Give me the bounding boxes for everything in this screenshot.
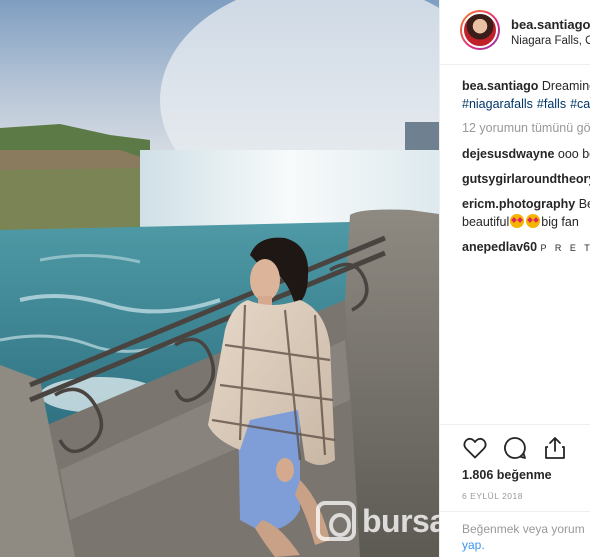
comment-username[interactable]: ericm.photography (462, 197, 575, 211)
header-location[interactable]: Niagara Falls, Ontario (511, 35, 590, 47)
like-button[interactable] (462, 435, 488, 461)
comment-item: ericm.photography Be beautiful big fan (462, 195, 590, 231)
share-button[interactable] (542, 435, 568, 461)
likes-count[interactable]: 1.806 beğenme (462, 468, 552, 482)
comment-username[interactable]: gutsygirlaroundtheory (462, 172, 590, 186)
post-header: bea.santiago Niagara Falls, Ontario (440, 0, 590, 65)
caption: bea.santiago Dreaming (462, 77, 590, 95)
post-actions: 1.806 beğenme 6 EYLÜL 2018 Beğenmek veya… (440, 424, 590, 552)
bursa-logo-icon (316, 501, 356, 541)
add-comment-prompt[interactable]: Beğenmek veya yorum yap. (462, 521, 590, 553)
header-username[interactable]: bea.santiago (511, 17, 590, 32)
comment-username[interactable]: anepedlav60 (462, 240, 537, 254)
comment-button[interactable] (502, 435, 528, 461)
niagara-falls-photo (0, 0, 439, 557)
avatar-image (462, 12, 498, 48)
comment-text-suffix: big fan (541, 215, 579, 229)
comment-bubble-icon (504, 437, 526, 459)
comment-item: gutsygirlaroundtheory (462, 170, 590, 188)
post-date: 6 EYLÜL 2018 (462, 491, 523, 501)
action-icons (462, 435, 568, 461)
comments-list: bea.santiago Dreaming #niagarafalls #fall… (462, 77, 590, 264)
share-icon (545, 437, 565, 459)
bursa-watermark: bursa (316, 496, 439, 546)
comment-text: ooo bea (557, 147, 590, 161)
post-photo: bursa (0, 0, 439, 557)
caption-username[interactable]: bea.santiago (462, 79, 538, 93)
comment-item: dejesusdwayne ooo bea (462, 145, 590, 163)
comment-text: Be (578, 197, 590, 211)
comment-text-continued: beautiful (462, 215, 510, 229)
post-sidebar: bea.santiago Niagara Falls, Ontario bea.… (439, 0, 590, 557)
heart-icon (463, 437, 487, 459)
hashtag-link[interactable]: #niagarafalls (462, 97, 533, 111)
caption-text: Dreaming (541, 79, 590, 93)
comment-text: P R E T T Y (540, 243, 590, 253)
add-comment-action[interactable]: yap. (462, 538, 485, 552)
comment-username[interactable]: dejesusdwayne (462, 147, 554, 161)
add-comment-placeholder: Beğenmek veya yorum (462, 522, 585, 536)
load-more-comments[interactable]: 12 yorumun tümünü gör (462, 119, 590, 137)
hashtag-link[interactable]: #canada (570, 97, 590, 111)
comment-item: anepedlav60 P R E T T Y (462, 238, 590, 257)
heart-eyes-emoji-icon (510, 214, 525, 228)
avatar[interactable] (460, 10, 500, 50)
hashtag-line: #niagarafalls #falls #canada (462, 95, 590, 113)
watermark-text: bursa (362, 502, 439, 539)
hashtag-link[interactable]: #falls (537, 97, 566, 111)
add-comment-area: Beğenmek veya yorum yap. (440, 511, 590, 552)
heart-eyes-emoji-icon (526, 214, 541, 228)
